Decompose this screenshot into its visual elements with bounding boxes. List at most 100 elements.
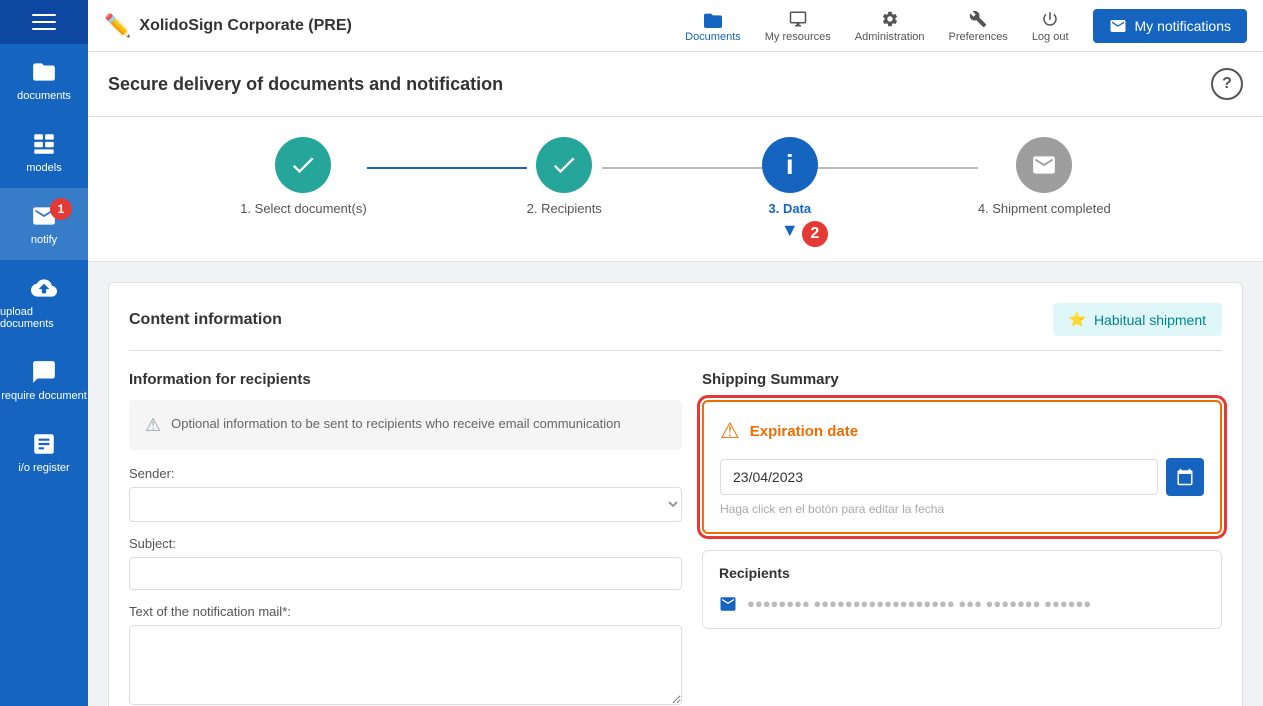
topnav-preferences-label: Preferences: [949, 31, 1008, 43]
topnav-resources-label: My resources: [765, 31, 831, 43]
documents-icon: [30, 58, 58, 86]
step-2: 2. Recipients: [527, 137, 602, 216]
connector-1-2: [367, 167, 527, 169]
require-icon: [30, 358, 58, 386]
star-icon: ⭐: [1069, 311, 1086, 328]
step-4-label: 4. Shipment completed: [978, 201, 1111, 216]
recipients-form-section: Information for recipients ⚠ Optional in…: [129, 371, 682, 706]
models-icon: [30, 130, 58, 158]
sidebar-item-label: models: [26, 162, 61, 174]
wrench-icon: [967, 8, 989, 29]
two-column-layout: Information for recipients ⚠ Optional in…: [129, 371, 1222, 706]
notifications-btn-label: My notifications: [1135, 18, 1231, 34]
subject-input[interactable]: [129, 557, 682, 590]
step-1-label: 1. Select document(s): [240, 201, 366, 216]
sender-label: Sender:: [129, 466, 682, 481]
stepper: 1. Select document(s) 2. Recipients i 2 …: [88, 117, 1263, 262]
app-title: XolidoSign Corporate (PRE): [139, 17, 351, 35]
recipient-info-text: ●●●●●●●● ●●●●●●●●●●●●●●●●●● ●●● ●●●●●●● …: [747, 596, 1091, 611]
recipients-summary-box: Recipients ●●●●●●●● ●●●●●●●●●●●●●●●●●● ●…: [702, 550, 1222, 629]
expiration-header: ⚠ Expiration date: [720, 418, 1204, 444]
sender-select[interactable]: [129, 487, 682, 522]
expiration-title: Expiration date: [750, 423, 858, 440]
shipping-summary-section: Shipping Summary ⚠ Expiration date: [702, 371, 1222, 706]
notifications-button[interactable]: My notifications: [1093, 9, 1247, 43]
notification-text-group: Text of the notification mail*:: [129, 604, 682, 706]
monitor-icon: [787, 8, 809, 29]
io-register-icon: [30, 430, 58, 458]
power-icon: [1039, 8, 1061, 29]
recipient-row: ●●●●●●●● ●●●●●●●●●●●●●●●●●● ●●● ●●●●●●● …: [719, 593, 1205, 614]
warning-triangle-icon: ⚠: [720, 418, 740, 444]
topnav-administration[interactable]: Administration: [855, 8, 925, 43]
help-button[interactable]: ?: [1211, 68, 1243, 100]
sidebar-item-documents[interactable]: documents: [0, 44, 88, 116]
subject-field-group: Subject:: [129, 536, 682, 590]
pen-icon: ✏️: [104, 13, 131, 39]
info-triangle-icon: ⚠: [145, 415, 161, 436]
step-3: i 2 3. Data ▼: [762, 137, 818, 241]
sidebar-menu-toggle[interactable]: [0, 0, 88, 44]
recipients-summary-title: Recipients: [719, 565, 1205, 581]
sidebar-item-io-register[interactable]: i/o register: [0, 416, 88, 488]
sidebar-item-models[interactable]: models: [0, 116, 88, 188]
folder-icon: [702, 8, 724, 29]
topnav-my-resources[interactable]: My resources: [765, 8, 831, 43]
gear-icon: [879, 8, 901, 29]
upload-icon: [30, 274, 58, 302]
sidebar-item-notify[interactable]: notify 1: [0, 188, 88, 260]
sidebar-item-label: notify: [31, 234, 57, 246]
topnav-documents-label: Documents: [685, 31, 741, 43]
sidebar-item-upload-documents[interactable]: upload documents: [0, 260, 88, 344]
topnav-administration-label: Administration: [855, 31, 925, 43]
topnav-logout-label: Log out: [1032, 31, 1069, 43]
info-box: ⚠ Optional information to be sent to rec…: [129, 400, 682, 450]
connector-3-4: [818, 167, 978, 169]
date-row: [720, 458, 1204, 496]
notification-label: Text of the notification mail*:: [129, 604, 682, 619]
step-1-circle: [275, 137, 331, 193]
step-2-circle: [536, 137, 592, 193]
card-header: Content information ⭐ Habitual shipment: [129, 303, 1222, 351]
main-area: ✏️ XolidoSign Corporate (PRE) Documents …: [88, 0, 1263, 706]
step-3-arrow: ▼: [781, 220, 799, 241]
sidebar-item-require-document[interactable]: require document: [0, 344, 88, 416]
step-4-circle: [1016, 137, 1072, 193]
app-logo: ✏️ XolidoSign Corporate (PRE): [104, 13, 685, 39]
step-badge: 2: [800, 219, 830, 249]
habitual-shipment-button[interactable]: ⭐ Habitual shipment: [1053, 303, 1223, 336]
sidebar-item-label: i/o register: [18, 462, 69, 474]
content-area: 1. Select document(s) 2. Recipients i 2 …: [88, 117, 1263, 706]
hamburger-icon[interactable]: [32, 14, 56, 30]
date-hint: Haga click en el botón para editar la fe…: [720, 502, 1204, 516]
notification-textarea[interactable]: [129, 625, 682, 705]
page-title: Secure delivery of documents and notific…: [108, 74, 503, 95]
habitual-btn-label: Habitual shipment: [1094, 312, 1206, 328]
sidebar-item-label: require document: [1, 390, 87, 402]
topnav: ✏️ XolidoSign Corporate (PRE) Documents …: [88, 0, 1263, 52]
topnav-actions: Documents My resources Administration Pr…: [685, 8, 1247, 43]
sidebar-item-label: documents: [17, 90, 71, 102]
email-icon: [719, 593, 737, 614]
step-4: 4. Shipment completed: [978, 137, 1111, 216]
calendar-button[interactable]: [1166, 458, 1204, 496]
date-input[interactable]: [720, 459, 1158, 495]
summary-section-title: Shipping Summary: [702, 371, 1222, 388]
sender-field-group: Sender:: [129, 466, 682, 522]
step-1: 1. Select document(s): [240, 137, 366, 216]
topnav-preferences[interactable]: Preferences: [949, 8, 1008, 43]
topnav-logout[interactable]: Log out: [1032, 8, 1069, 43]
sidebar: documents models notify 1 upload documen…: [0, 0, 88, 706]
info-box-text: Optional information to be sent to recip…: [171, 414, 620, 434]
content-card: Content information ⭐ Habitual shipment …: [108, 282, 1243, 706]
page-header: Secure delivery of documents and notific…: [88, 52, 1263, 117]
expiration-box: ⚠ Expiration date Haga click en el botón…: [702, 400, 1222, 534]
subject-label: Subject:: [129, 536, 682, 551]
card-title: Content information: [129, 311, 282, 329]
step-2-label: 2. Recipients: [527, 201, 602, 216]
sidebar-item-label: upload documents: [0, 306, 88, 330]
step-3-label: 3. Data: [768, 201, 811, 216]
topnav-documents[interactable]: Documents: [685, 8, 741, 43]
notify-badge: 1: [50, 198, 72, 220]
card-area: Content information ⭐ Habitual shipment …: [88, 262, 1263, 706]
